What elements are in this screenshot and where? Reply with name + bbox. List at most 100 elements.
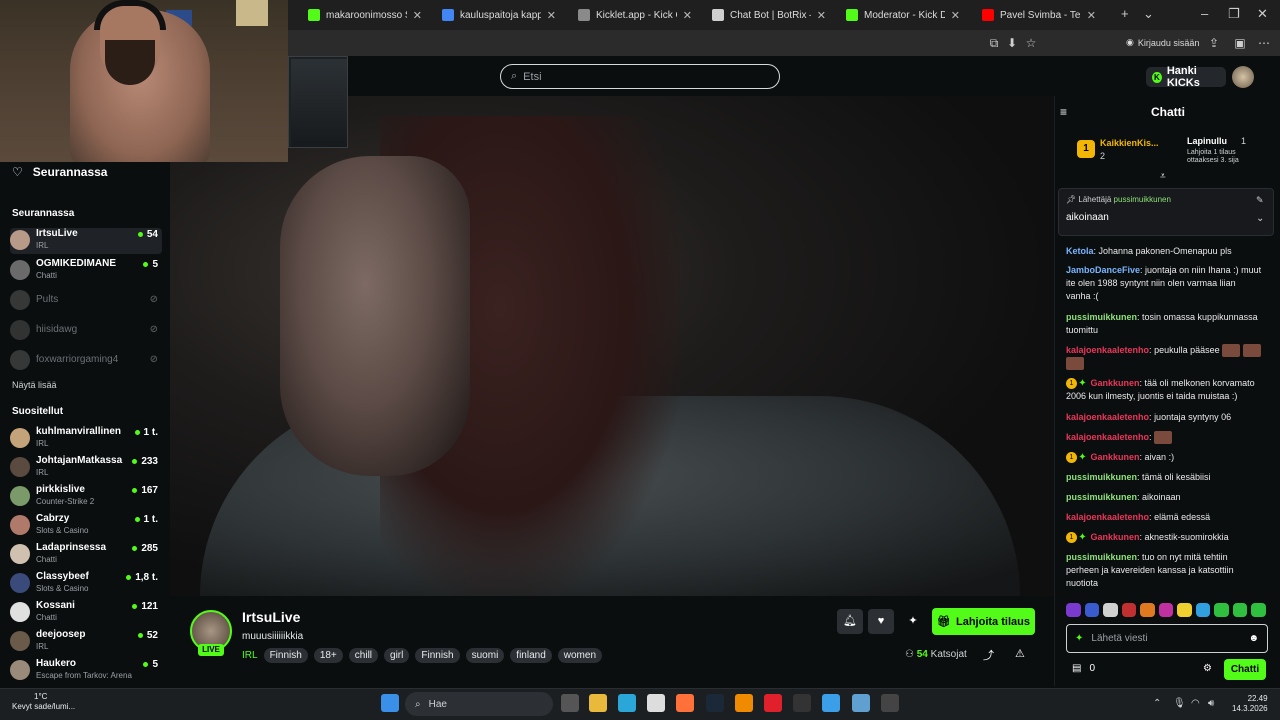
tab-list-chevron-icon[interactable]: ⌄ — [1143, 6, 1154, 22]
tab-close-icon[interactable]: ✕ — [683, 9, 692, 22]
pinned-chevron-down-icon[interactable]: ⌄ — [1256, 213, 1264, 224]
expand-leaderboard-icon[interactable]: ⩡ — [1160, 171, 1166, 182]
sidebar-channel[interactable]: kuhlmanvirallinen IRL 1 t. — [10, 426, 162, 452]
browser-tab[interactable]: Moderator - Kick Dashboa ✕ — [838, 4, 968, 26]
chat-username[interactable]: Gankkunen — [1091, 452, 1140, 462]
start-icon[interactable] — [381, 694, 399, 712]
sidebar-channel[interactable]: hiisidawg ⊘ — [10, 318, 162, 344]
clock[interactable]: 22.49 14.3.2026 — [1232, 694, 1268, 714]
obs-icon[interactable] — [881, 694, 899, 712]
chat-username[interactable]: JamboDanceFive — [1066, 265, 1140, 275]
chat-username[interactable]: pussimuikkunen — [1066, 552, 1137, 562]
browser-tab[interactable]: Pavel Svimba - Teknikal Pro ✕ — [974, 4, 1104, 26]
maximize-button[interactable]: ❐ — [1228, 6, 1240, 22]
network-icon[interactable]: ◠ — [1191, 698, 1200, 709]
share-icon[interactable]: ⇪ — [1207, 36, 1221, 50]
sidebar-channel[interactable]: IrtsuLive IRL 54 — [10, 228, 162, 254]
download-icon[interactable]: ⬇ — [1005, 36, 1019, 50]
favorite-star-icon[interactable]: ☆ — [1024, 36, 1038, 50]
leaderboard-second-name[interactable]: Lapinullu — [1187, 136, 1227, 146]
mic-icon[interactable]: 🎙︎ — [1173, 698, 1186, 709]
sidebar-channel[interactable]: Pults ⊘ — [10, 288, 162, 314]
edge-icon[interactable] — [618, 694, 636, 712]
tab-close-icon[interactable]: ✕ — [951, 9, 960, 22]
emote-icon[interactable] — [1103, 603, 1118, 617]
close-window-button[interactable]: ✕ — [1257, 6, 1268, 22]
emote-icon[interactable] — [1158, 603, 1174, 617]
steam-icon[interactable] — [706, 694, 724, 712]
chat-username[interactable]: pussimuikkunen — [1066, 492, 1137, 502]
task-view-icon[interactable] — [561, 694, 579, 712]
chat-input[interactable]: ✦ Lähetä viesti ☻ — [1066, 624, 1268, 653]
opera-icon[interactable] — [764, 694, 782, 712]
emote-icon[interactable] — [1232, 603, 1248, 617]
sidebar-channel[interactable]: pirkkislive Counter-Strike 2 167 — [10, 484, 162, 510]
tab-close-icon[interactable]: ✕ — [413, 9, 422, 22]
sidebar-channel[interactable]: deejoosep IRL 52 — [10, 629, 162, 655]
chat-username[interactable]: pussimuikkunen — [1066, 312, 1137, 322]
volume-icon[interactable]: 🔊︎ — [1208, 698, 1214, 709]
emoji-icon[interactable]: ☻ — [1248, 633, 1259, 644]
extensions-icon[interactable]: ▣ — [1233, 36, 1247, 50]
stream-tag[interactable]: women — [557, 648, 603, 663]
menu-dots-icon[interactable]: ⋯ — [1257, 36, 1271, 50]
show-more-link[interactable]: Näytä lisää — [12, 380, 57, 390]
file-explorer-icon[interactable] — [589, 694, 607, 712]
channel-points[interactable]: ▤ 0 — [1072, 663, 1095, 674]
chat-username[interactable]: pussimuikkunen — [1066, 472, 1137, 482]
share-icon[interactable]: ⤴ — [983, 647, 994, 663]
screenshot-icon[interactable]: ⧉ — [987, 36, 1001, 50]
vlc-icon[interactable] — [735, 694, 753, 712]
search-input[interactable]: ⌕ Etsi — [500, 64, 780, 89]
stream-tag[interactable]: Finnish — [263, 648, 308, 663]
emote-icon[interactable] — [1121, 603, 1137, 617]
signin-button[interactable]: ◉ Kirjaudu sisään — [1126, 37, 1199, 48]
tab-close-icon[interactable]: ✕ — [817, 9, 826, 22]
chat-settings-icon[interactable]: ⚙ — [1203, 663, 1212, 674]
firefox-icon[interactable] — [676, 694, 694, 712]
taskbar-search[interactable]: ⌕ Hae — [405, 692, 553, 716]
sidebar-channel[interactable]: Classybeef Slots & Casino 1,8 t. — [10, 571, 162, 597]
unpin-icon[interactable]: ✎ — [1256, 195, 1264, 206]
user-avatar[interactable] — [1232, 66, 1254, 88]
channel-name[interactable]: IrtsuLive — [242, 609, 300, 625]
follow-button[interactable]: ♥ — [868, 609, 894, 634]
chat-username[interactable]: kalajoenkaaletenho — [1066, 512, 1149, 522]
weather-widget[interactable]: 1°C Kevyt sade/lumi... — [12, 692, 75, 712]
report-icon[interactable]: ⚠ — [1015, 647, 1025, 660]
notification-bell-button[interactable]: 🔔︎ — [837, 609, 863, 634]
paint-icon[interactable] — [822, 694, 840, 712]
stream-tag[interactable]: finland — [510, 648, 552, 663]
browser-tab[interactable]: makaroonimosso Stream - ✕ — [300, 4, 430, 26]
chat-username[interactable]: Gankkunen — [1091, 378, 1140, 388]
sidebar-channel[interactable]: JohtajanMatkassa IRL 233 — [10, 455, 162, 481]
sidebar-channel[interactable]: foxwarriorgaming4 ⊘ — [10, 348, 162, 374]
emote-icon[interactable] — [1084, 603, 1100, 617]
following-header[interactable]: ♡ Seurannassa — [12, 165, 107, 179]
sidebar-channel[interactable]: OGMIKEDIMANE Chatti 5 — [10, 258, 162, 284]
store-icon[interactable] — [647, 694, 665, 712]
browser-tab[interactable]: Chat Bot | BotRix — Cloud ✕ — [704, 4, 834, 26]
emote-icon[interactable] — [1177, 603, 1192, 617]
chat-username[interactable]: Gankkunen — [1091, 532, 1140, 542]
stream-tag[interactable]: suomi — [465, 648, 505, 663]
sparkle-button[interactable]: ✦ — [900, 609, 926, 634]
emote-icon[interactable] — [1251, 603, 1267, 617]
sidebar-channel[interactable]: Haukero Escape from Tarkov: Arena 5 — [10, 658, 162, 684]
tab-close-icon[interactable]: ✕ — [1087, 9, 1096, 22]
gift-sub-button[interactable]: 🎁︎ Lahjoita tilaus — [932, 608, 1035, 635]
chat-username[interactable]: Ketola — [1066, 246, 1094, 256]
chat-username[interactable]: kalajoenkaaletenho — [1066, 412, 1149, 422]
get-kicks-button[interactable]: K Hanki KICKs — [1146, 65, 1226, 89]
stream-tag[interactable]: 18+ — [313, 648, 343, 663]
chat-username[interactable]: kalajoenkaaletenho — [1066, 432, 1149, 442]
stream-tag[interactable]: Finnish — [415, 648, 460, 663]
emote-icon[interactable] — [1214, 603, 1229, 617]
collapse-chat-icon[interactable]: ≡ — [1060, 105, 1067, 119]
stream-tag[interactable]: chill — [348, 648, 379, 663]
sparkle-icon[interactable]: ✦ — [1075, 633, 1083, 644]
emote-icon[interactable] — [1140, 603, 1155, 617]
minimize-button[interactable]: – — [1201, 6, 1208, 21]
terminal-icon[interactable] — [793, 694, 811, 712]
chat-username[interactable]: kalajoenkaaletenho — [1066, 345, 1149, 355]
